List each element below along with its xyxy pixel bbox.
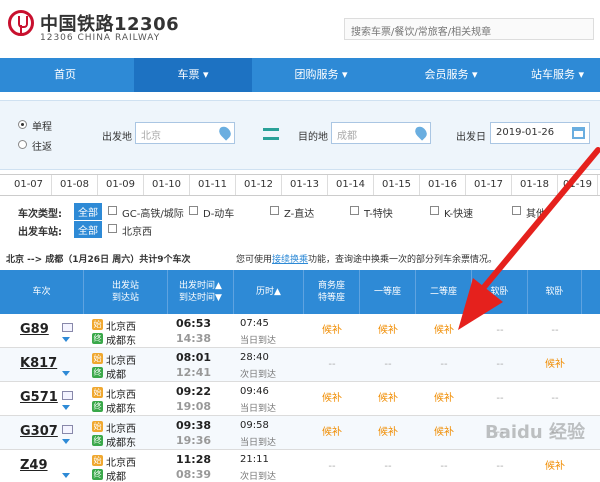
baidu-watermark: Baidu 经验	[485, 422, 586, 443]
red-arrow-annotation	[458, 147, 600, 330]
arrow-shaft	[477, 147, 600, 295]
arrow-head-icon	[458, 278, 503, 330]
